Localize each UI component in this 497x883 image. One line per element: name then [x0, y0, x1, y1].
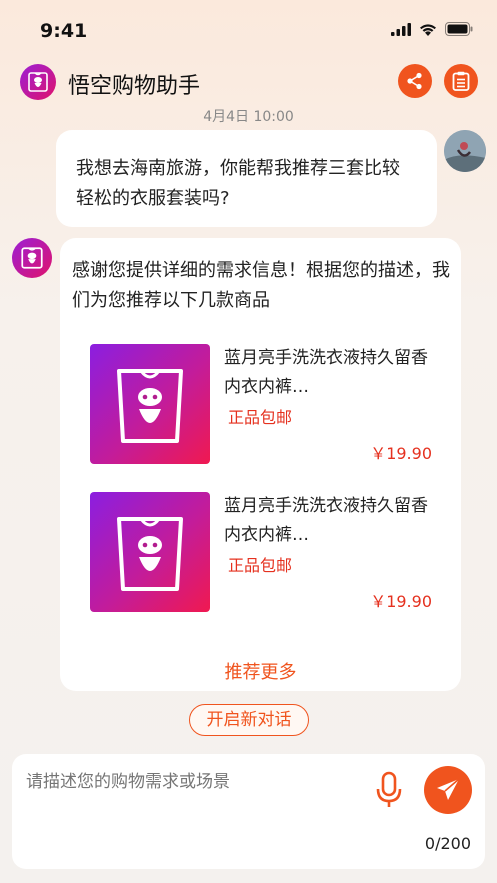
page-title: 悟空购物助手: [68, 74, 201, 99]
product-title[interactable]: 蓝月亮手洗洗衣液持久留香内衣内裤…: [224, 492, 439, 550]
product-image[interactable]: [90, 344, 210, 464]
clipboard-icon: [452, 71, 470, 91]
robot-logo-icon: [21, 247, 43, 269]
assistant-logo: [20, 64, 56, 100]
app-header: 悟空购物助手: [0, 60, 497, 104]
bot-avatar: [12, 238, 52, 278]
user-photo: [444, 130, 486, 172]
battery-icon: [445, 22, 473, 36]
share-icon: [407, 72, 422, 90]
user-message-bubble: 我想去海南旅游，你能帮我推荐三套比较轻松的衣服套装吗?: [56, 130, 437, 227]
wifi-icon: [420, 23, 436, 36]
robot-logo-icon: [117, 517, 183, 591]
recommend-more-link[interactable]: 推荐更多: [60, 658, 461, 684]
product-card[interactable]: 蓝月亮手洗洗衣液持久留香内衣内裤… 正品包邮 ￥19.90: [88, 344, 438, 466]
product-tag: 正品包邮: [228, 556, 293, 575]
history-button[interactable]: [444, 64, 478, 98]
new-chat-button[interactable]: 开启新对话: [189, 704, 309, 736]
share-button[interactable]: [398, 64, 432, 98]
robot-logo-icon: [117, 369, 183, 443]
product-tag: 正品包邮: [228, 408, 293, 427]
bot-message-bubble: 感谢您提供详细的需求信息！根据您的描述，我们为您推荐以下几款商品 蓝月亮手洗洗衣…: [60, 238, 461, 691]
char-counter: 0/200: [424, 834, 471, 853]
user-avatar[interactable]: [444, 130, 486, 172]
status-time: 9:41: [40, 20, 88, 42]
send-button[interactable]: [424, 766, 472, 814]
send-icon: [437, 778, 460, 800]
message-input[interactable]: [26, 772, 366, 792]
signal-icon: [391, 22, 411, 36]
bot-intro-text: 感谢您提供详细的需求信息！根据您的描述，我们为您推荐以下几款商品: [72, 260, 450, 311]
chat-timestamp: 4月4日 10:00: [203, 109, 294, 125]
product-price: ￥19.90: [370, 444, 432, 463]
product-image[interactable]: [90, 492, 210, 612]
robot-logo-icon: [28, 72, 48, 92]
user-message-text: 我想去海南旅游，你能帮我推荐三套比较轻松的衣服套装吗?: [76, 158, 400, 209]
microphone-icon: [376, 771, 402, 807]
voice-input-button[interactable]: [374, 770, 404, 810]
message-composer: 0/200: [12, 754, 485, 869]
product-price: ￥19.90: [370, 592, 432, 611]
product-title[interactable]: 蓝月亮手洗洗衣液持久留香内衣内裤…: [224, 344, 439, 402]
status-icons: [391, 22, 473, 36]
product-card[interactable]: 蓝月亮手洗洗衣液持久留香内衣内裤… 正品包邮 ￥19.90: [88, 492, 438, 614]
status-bar: 9:41: [0, 0, 497, 56]
